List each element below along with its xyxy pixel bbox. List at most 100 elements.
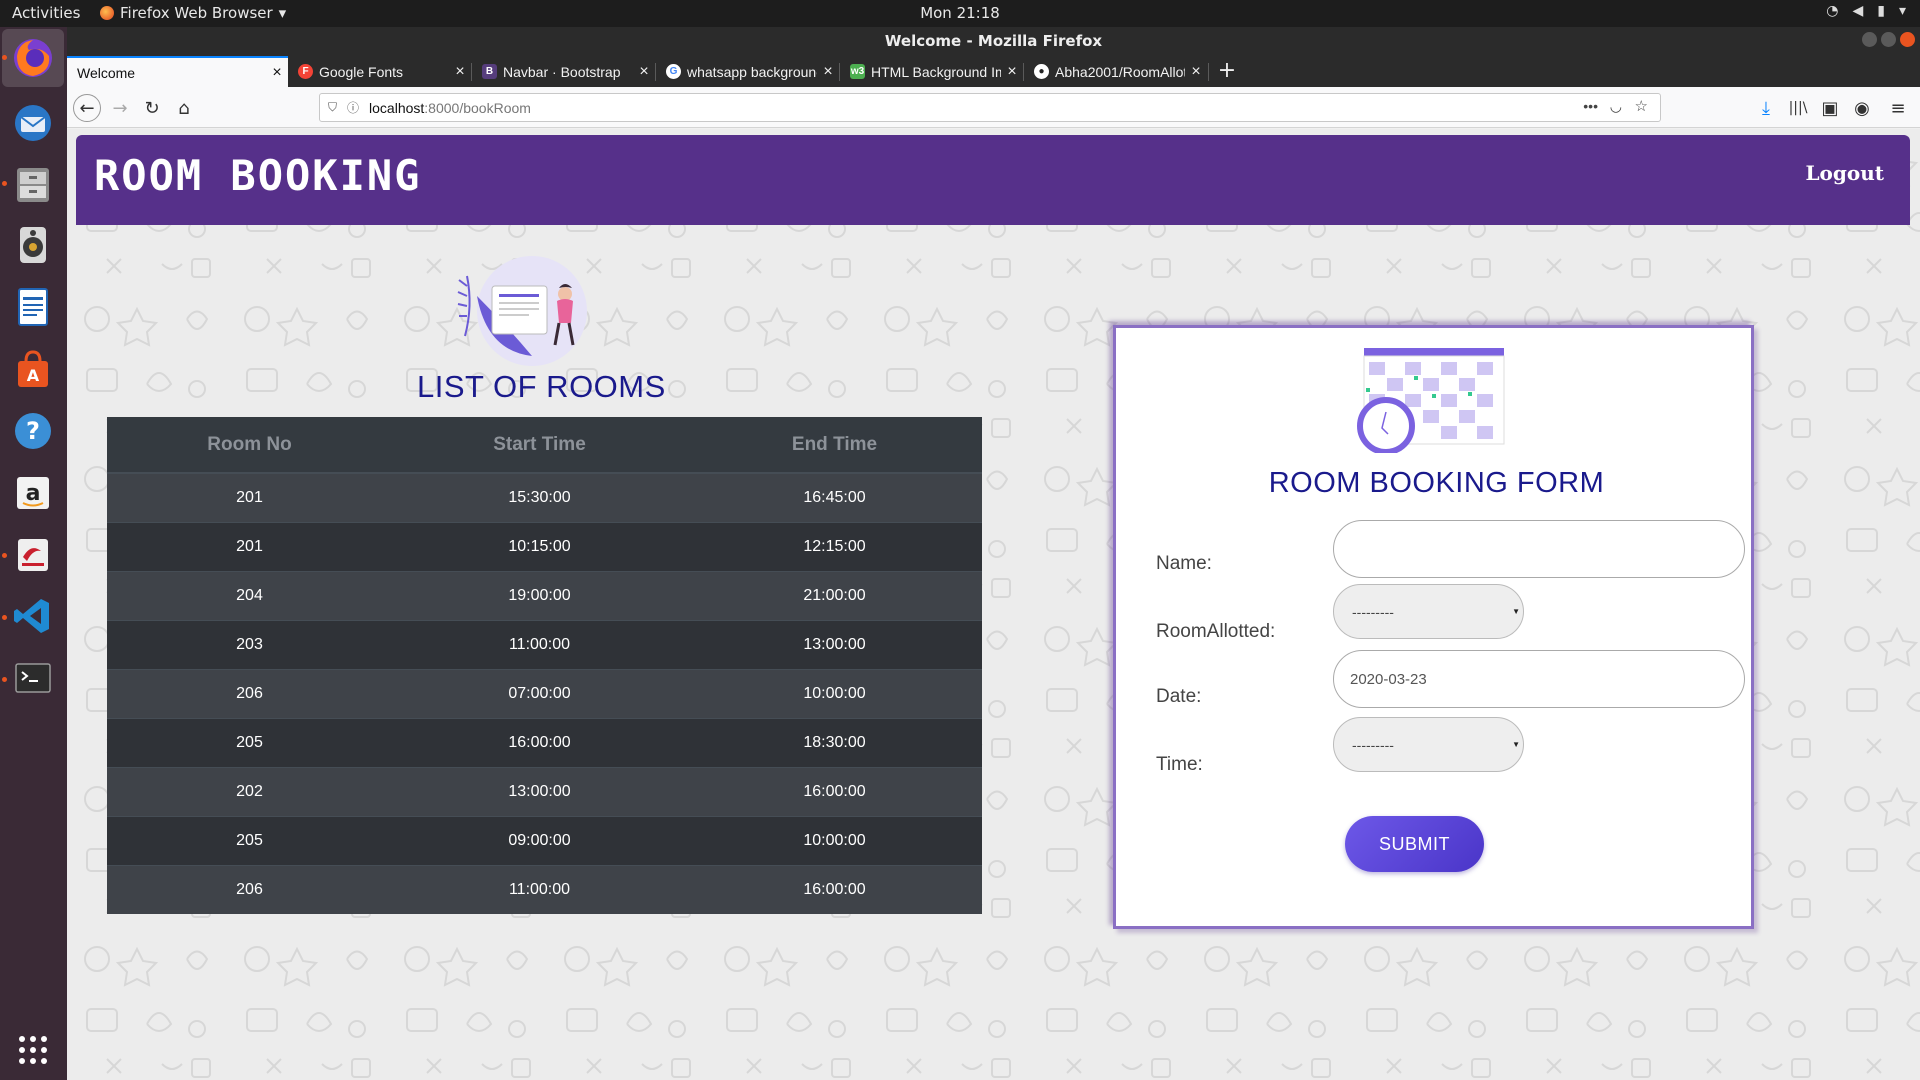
mail-icon	[15, 105, 51, 141]
account-button[interactable]: ◉	[1848, 94, 1876, 122]
cell-start-time: 19:00:00	[392, 570, 687, 620]
running-indicator	[2, 615, 7, 620]
column-header-start-time: Start Time	[392, 417, 687, 474]
account-icon: ◉	[1854, 97, 1870, 119]
logout-link[interactable]: Logout	[1805, 161, 1884, 185]
close-tab-icon[interactable]: ×	[449, 63, 471, 81]
firefox-icon	[14, 39, 52, 77]
speaker-icon	[20, 227, 46, 263]
tab-google-search[interactable]: G whatsapp background - G ×	[656, 56, 839, 87]
battery-icon: ▮	[1877, 3, 1885, 19]
close-tab-icon[interactable]: ×	[817, 63, 839, 81]
caret-down-icon: ▼	[1512, 607, 1520, 616]
dock-firefox[interactable]	[2, 29, 64, 87]
activities-button[interactable]: Activities	[12, 4, 80, 22]
calendar-clock-illustration	[1357, 348, 1505, 453]
running-indicator	[2, 181, 7, 186]
dock-writer[interactable]	[9, 283, 57, 331]
home-button[interactable]: ⌂	[170, 94, 198, 122]
dock-thunderbird[interactable]	[9, 99, 57, 147]
running-indicator	[2, 677, 7, 682]
clock[interactable]: Mon 21:18	[920, 4, 1000, 22]
page-content: ROOM BOOKING Logout LIST OF ROOMS Room N…	[67, 129, 1920, 1080]
site-navbar: ROOM BOOKING Logout	[76, 135, 1910, 225]
app-menu-label: Firefox Web Browser	[120, 4, 273, 22]
cell-start-time: 11:00:00	[392, 619, 687, 669]
dock-terminal[interactable]	[9, 654, 57, 702]
back-button[interactable]: ←	[73, 94, 101, 122]
forward-button[interactable]: →	[106, 94, 134, 122]
tab-bootstrap-navbar[interactable]: B Navbar · Bootstrap ×	[472, 56, 655, 87]
cell-end-time: 13:00:00	[687, 619, 982, 669]
cell-start-time: 11:00:00	[392, 864, 687, 914]
window-title-bar[interactable]: Welcome - Mozilla Firefox	[67, 27, 1920, 53]
url-bar[interactable]: ⛉ ⓘ localhost:8000/bookRoom ••• ◡ ☆	[319, 93, 1661, 122]
table-row: 201 15:30:00 16:45:00	[107, 472, 982, 522]
name-input[interactable]	[1333, 520, 1745, 578]
cell-start-time: 10:15:00	[392, 521, 687, 571]
tab-label: whatsapp background - G	[687, 63, 817, 80]
library-icon: |||\	[1788, 100, 1808, 116]
home-icon: ⌂	[178, 97, 190, 119]
url-host: localhost	[369, 99, 425, 116]
google-fonts-icon: F	[298, 64, 313, 79]
tab-strip: Welcome × F Google Fonts × B Navbar · Bo…	[67, 53, 1920, 87]
room-allotted-select[interactable]: --------- ▼	[1333, 584, 1524, 639]
reload-button[interactable]: ↻	[138, 94, 166, 122]
hamburger-menu-icon: ≡	[1890, 97, 1906, 119]
close-tab-icon[interactable]: ×	[1185, 63, 1207, 81]
app-menu[interactable]: Firefox Web Browser ▾	[100, 4, 286, 22]
cell-end-time: 10:00:00	[687, 668, 982, 718]
wifi-icon: ◔	[1826, 3, 1839, 19]
dock-amazon[interactable]: a	[9, 469, 57, 517]
menu-button[interactable]: ≡	[1884, 94, 1912, 122]
close-tab-icon[interactable]: ×	[633, 63, 655, 81]
dock-files[interactable]	[9, 160, 57, 208]
dock-rhythmbox[interactable]	[9, 221, 57, 269]
maximize-button[interactable]	[1881, 32, 1896, 47]
form-title: ROOM BOOKING FORM	[1268, 467, 1605, 499]
vscode-icon	[14, 599, 49, 633]
submit-button[interactable]: SUBMIT	[1345, 816, 1484, 872]
reading-list-illustration	[457, 256, 587, 366]
pocket-icon[interactable]: ◡	[1610, 98, 1622, 115]
date-input[interactable]	[1333, 650, 1745, 708]
dock-software[interactable]: A	[9, 345, 57, 393]
chevron-down-icon: ▾	[1898, 3, 1906, 19]
sidebar-button[interactable]: ▣	[1816, 94, 1844, 122]
tab-github[interactable]: ● Abha2001/RoomAllotme ×	[1024, 56, 1207, 87]
close-tab-icon[interactable]: ×	[266, 64, 288, 82]
firefox-icon	[100, 6, 114, 20]
downloads-button[interactable]: ⤓	[1752, 94, 1780, 122]
info-icon[interactable]: ⓘ	[347, 99, 359, 116]
dock-show-apps[interactable]	[9, 1026, 57, 1074]
terminal-icon	[15, 663, 51, 693]
tab-google-fonts[interactable]: F Google Fonts ×	[288, 56, 471, 87]
time-select[interactable]: --------- ▼	[1333, 717, 1524, 772]
more-actions-icon[interactable]: •••	[1583, 98, 1598, 114]
library-button[interactable]: |||\	[1784, 94, 1812, 122]
dock-document-viewer[interactable]	[9, 531, 57, 579]
brand-title[interactable]: ROOM BOOKING	[94, 151, 421, 200]
document-icon	[18, 288, 48, 326]
tab-w3schools[interactable]: w3 HTML Background Image ×	[840, 56, 1023, 87]
pdf-viewer-icon	[18, 539, 48, 571]
system-tray[interactable]: ◔ ◀ ▮ ▾	[1826, 3, 1906, 19]
cell-room-no: 203	[107, 619, 392, 669]
shield-icon[interactable]: ⛉	[328, 100, 337, 115]
table-row: 203 11:00:00 13:00:00	[107, 619, 982, 669]
table-row: 201 10:15:00 12:15:00	[107, 521, 982, 571]
time-label: Time:	[1156, 754, 1203, 775]
bookmark-star-icon[interactable]: ☆	[1635, 97, 1648, 115]
minimize-button[interactable]	[1862, 32, 1877, 47]
close-tab-icon[interactable]: ×	[1001, 63, 1023, 81]
cell-start-time: 07:00:00	[392, 668, 687, 718]
new-tab-button[interactable]: +	[1213, 56, 1241, 86]
os-top-bar: Activities Firefox Web Browser ▾ Mon 21:…	[0, 0, 1920, 27]
dock-vscode[interactable]	[9, 592, 57, 640]
table-row: 206 11:00:00 16:00:00	[107, 864, 982, 914]
dock-help[interactable]: ?	[9, 407, 57, 455]
tab-welcome[interactable]: Welcome ×	[67, 56, 288, 87]
column-header-end-time: End Time	[687, 417, 982, 474]
close-window-button[interactable]	[1900, 32, 1915, 47]
